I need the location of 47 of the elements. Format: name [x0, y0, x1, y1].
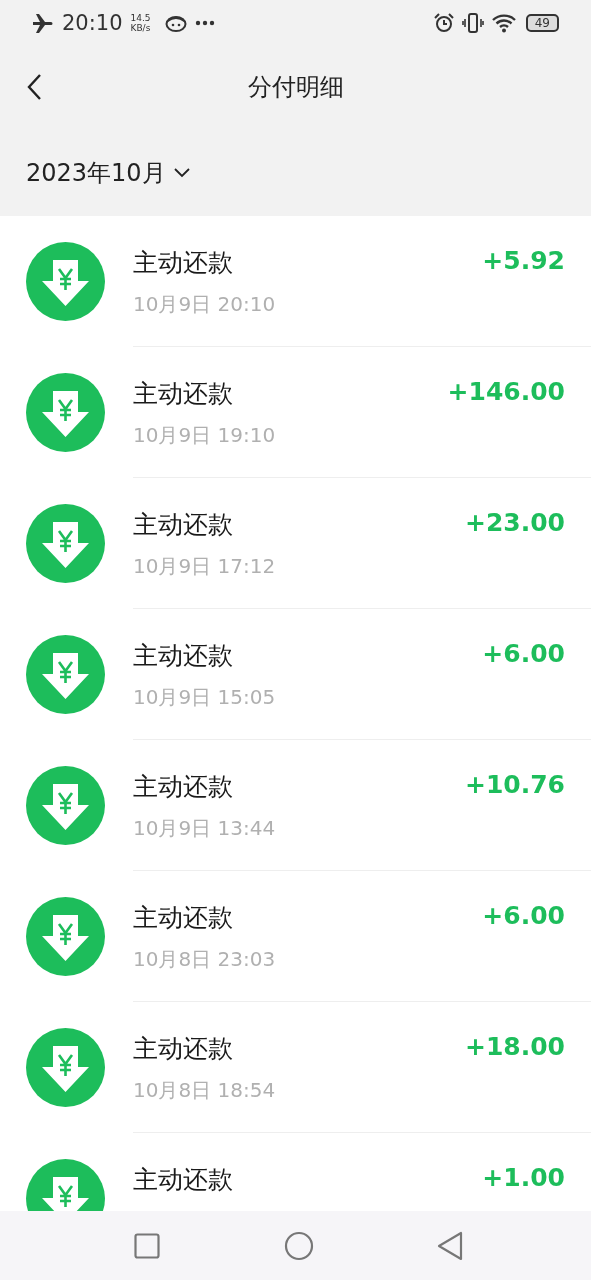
transaction-row[interactable]: 主动还款 10月9日 20:10 +5.92 — [0, 216, 591, 347]
transaction-title: 主动还款 — [133, 1164, 234, 1196]
airplane-icon — [32, 12, 54, 33]
page-title: 分付明细 — [247, 72, 344, 103]
recents-icon[interactable] — [134, 1232, 160, 1259]
transaction-row[interactable]: 主动还款 10月9日 19:10 +146.00 — [0, 347, 591, 478]
transaction-row[interactable]: 主动还款 10月8日 18:54 +18.00 — [0, 1002, 591, 1133]
transaction-date: 10月9日 13:44 — [133, 815, 277, 842]
transaction-row[interactable]: 主动还款 10月9日 17:12 +23.00 — [0, 478, 591, 609]
chevron-down-icon — [173, 167, 190, 178]
transaction-title: 主动还款 — [133, 640, 234, 672]
transaction-date: 10月8日 18:54 — [133, 1077, 277, 1104]
transaction-amount: +6.00 — [482, 900, 565, 930]
alarm-icon — [433, 12, 454, 33]
transaction-date: 10月9日 15:05 — [133, 684, 277, 711]
transaction-title: 主动还款 — [133, 902, 234, 934]
transaction-title: 主动还款 — [133, 771, 234, 803]
transaction-row[interactable]: 主动还款 10月9日 13:44 +10.76 — [0, 740, 591, 871]
transaction-title: 主动还款 — [133, 247, 234, 279]
month-selector[interactable]: 2023年10月 — [26, 156, 190, 189]
network-speed: 14.5 — [130, 12, 151, 23]
transaction-amount: +5.92 — [482, 245, 565, 275]
transaction-amount: +18.00 — [464, 1031, 565, 1061]
back-nav-icon[interactable] — [437, 1230, 463, 1261]
transaction-amount: +146.00 — [447, 376, 565, 406]
mascot-icon — [164, 13, 187, 32]
transaction-date: 10月9日 20:10 — [133, 291, 277, 318]
wifi-icon — [491, 12, 518, 33]
transaction-date: 10月9日 17:12 — [133, 553, 277, 580]
back-icon[interactable] — [26, 73, 42, 101]
transaction-amount: +1.00 — [482, 1162, 565, 1192]
battery-indicator: 49 — [525, 13, 559, 32]
transaction-title: 主动还款 — [133, 378, 234, 410]
transaction-date: 10月8日 23:03 — [133, 946, 277, 973]
status-time: 20:10 — [62, 10, 123, 35]
home-icon[interactable] — [283, 1230, 314, 1261]
more-icon — [194, 19, 215, 26]
transaction-amount: +23.00 — [464, 507, 565, 537]
transaction-amount: +10.76 — [464, 769, 565, 799]
transaction-title: 主动还款 — [133, 1033, 234, 1065]
transaction-date: 10月9日 19:10 — [133, 422, 277, 449]
speed-unit: KB/s — [130, 22, 151, 33]
transaction-amount: +6.00 — [482, 638, 565, 668]
transaction-title: 主动还款 — [133, 509, 234, 541]
transaction-row[interactable]: 主动还款 10月9日 15:05 +6.00 — [0, 609, 591, 740]
vibrate-icon — [461, 12, 484, 33]
transaction-row[interactable]: 主动还款 10月8日 23:03 +6.00 — [0, 871, 591, 1002]
